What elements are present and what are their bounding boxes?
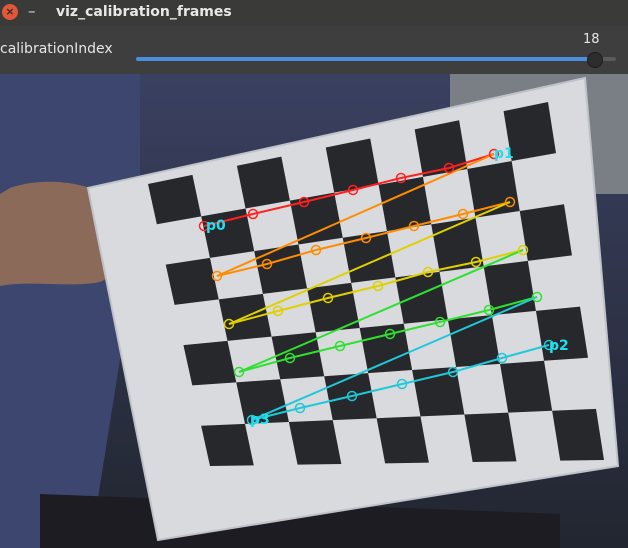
camera-view: p0 p1 p2 p3 bbox=[0, 74, 628, 548]
checker-square bbox=[464, 412, 517, 462]
checker-square bbox=[342, 231, 396, 283]
checker-square bbox=[552, 408, 604, 461]
corner-label-p2: p2 bbox=[549, 338, 569, 354]
checker-square bbox=[201, 423, 254, 466]
checker-square bbox=[183, 340, 237, 386]
trackbar-label: calibrationIndex bbox=[0, 41, 113, 57]
checker-square bbox=[307, 282, 360, 333]
close-icon[interactable]: × bbox=[2, 4, 18, 20]
calibration-index-slider[interactable] bbox=[136, 52, 616, 68]
checker-square bbox=[325, 138, 379, 193]
corner-label-p0: p0 bbox=[206, 218, 226, 234]
slider-handle[interactable] bbox=[587, 52, 604, 68]
checker-square bbox=[254, 244, 308, 294]
checker-square bbox=[288, 420, 342, 465]
window-title: viz_calibration_frames bbox=[56, 4, 232, 20]
checker-square bbox=[236, 156, 290, 209]
trackbar-panel: calibrationIndex 18 bbox=[0, 26, 628, 74]
minimize-button[interactable]: – bbox=[28, 2, 36, 20]
checker-square bbox=[376, 416, 429, 464]
corner-label-p3: p3 bbox=[250, 412, 270, 428]
checker-square bbox=[500, 360, 553, 413]
checker-square bbox=[447, 315, 501, 367]
title-bar: × – viz_calibration_frames bbox=[0, 0, 628, 26]
trackbar-value: 18 bbox=[583, 32, 600, 47]
checker-square bbox=[165, 257, 219, 305]
slider-fill bbox=[136, 57, 595, 61]
corner-label-p1: p1 bbox=[494, 146, 514, 162]
checker-square bbox=[289, 192, 343, 245]
